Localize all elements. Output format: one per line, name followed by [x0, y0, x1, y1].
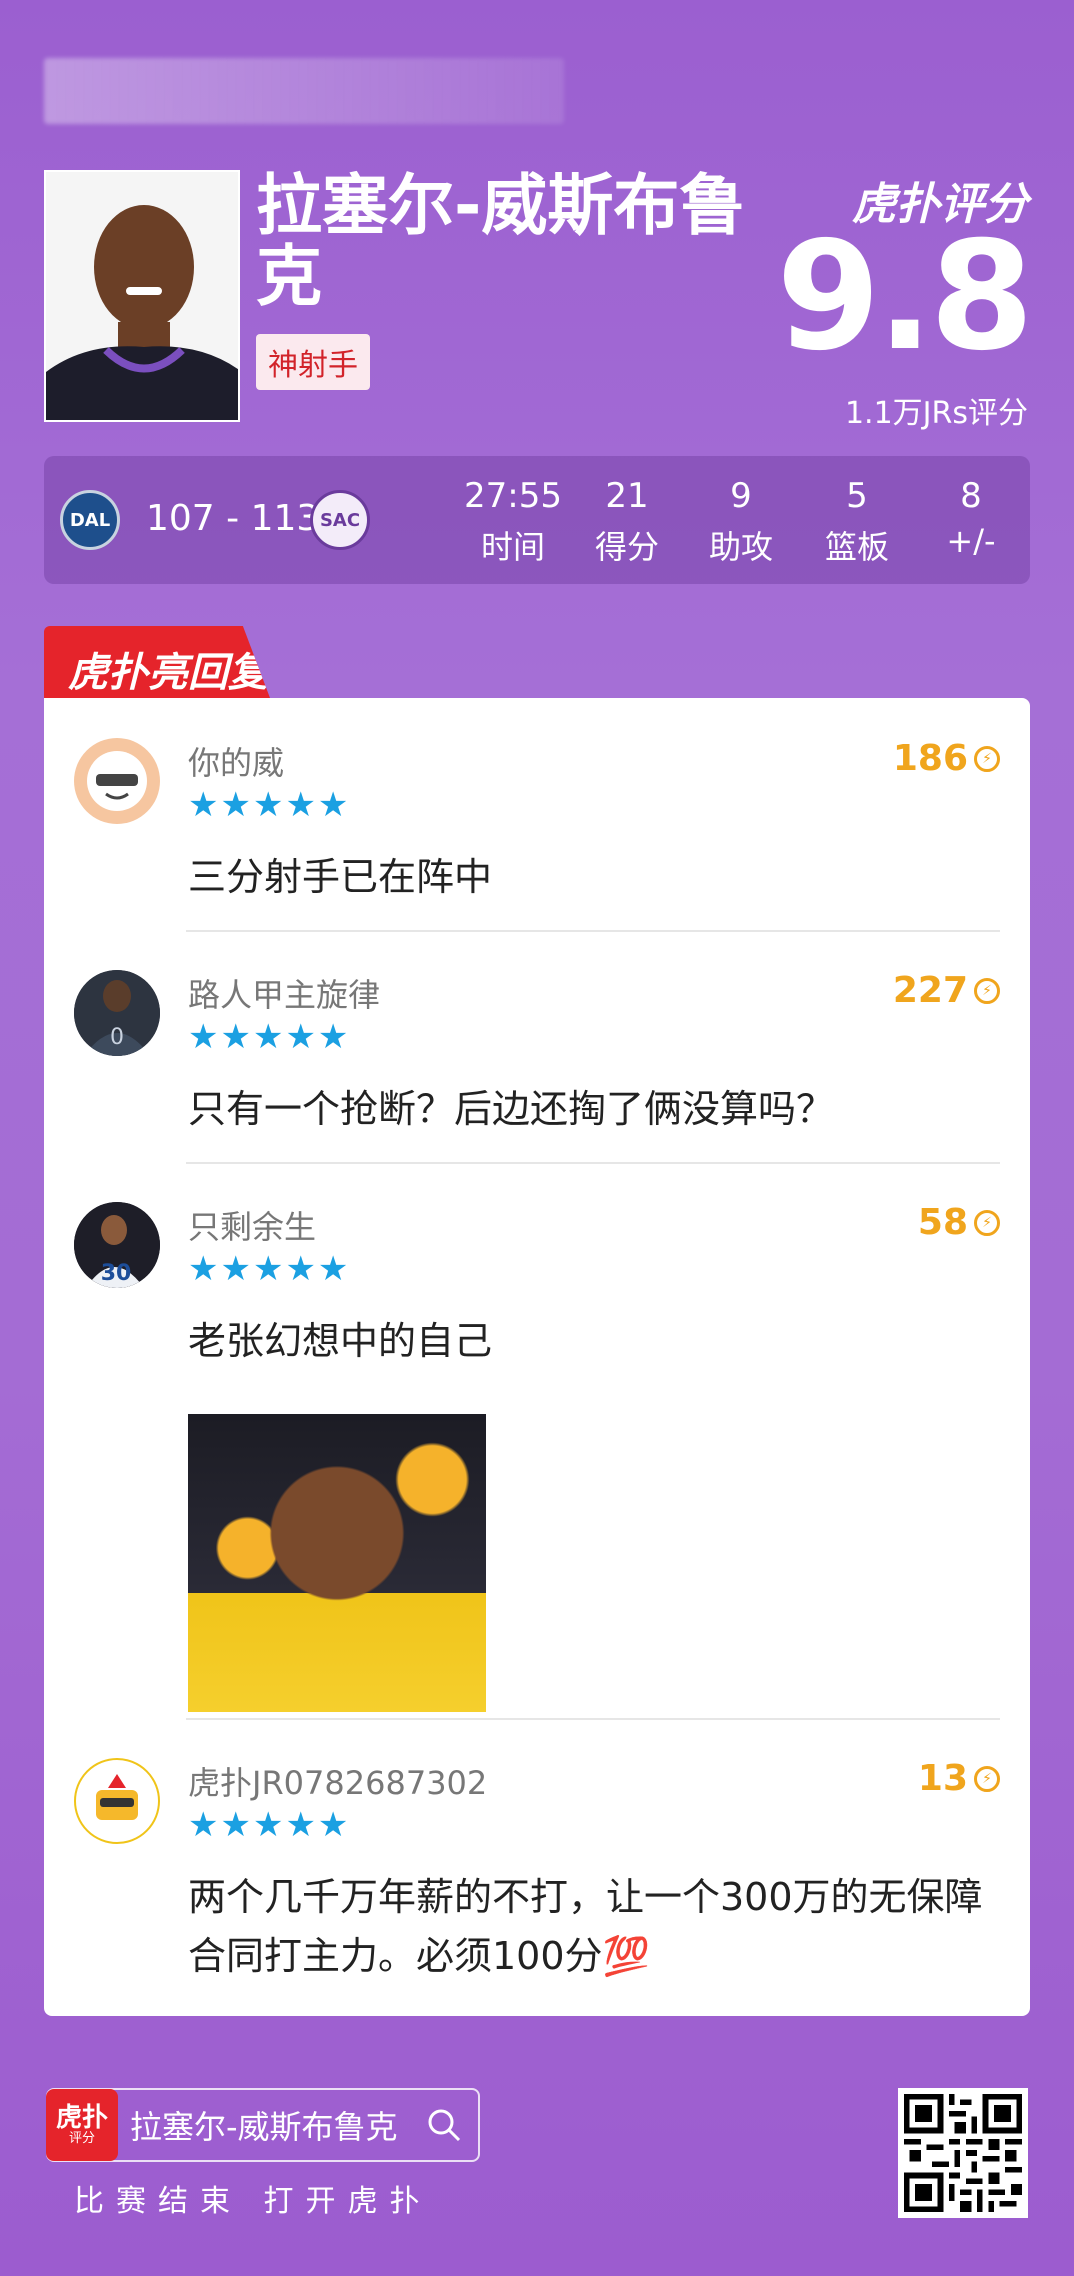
stat-value: 21 — [605, 476, 649, 516]
comment-text: 两个几千万年薪的不打，让一个300万的无保障合同打主力。必须100分💯 — [188, 1875, 983, 1978]
qr-code-icon[interactable] — [898, 2088, 1028, 2218]
svg-text:0: 0 — [110, 1025, 124, 1050]
dal-team-icon: DAL — [60, 490, 120, 550]
meme-image[interactable] — [188, 1414, 486, 1712]
stat-label: 篮板 — [824, 528, 889, 566]
player-photo — [44, 170, 240, 422]
app-name: 虎扑 — [55, 2102, 108, 2133]
divider — [186, 1162, 1000, 1164]
star-rating: ★★★★★ — [188, 785, 351, 825]
comment-username[interactable]: 你的威 — [188, 738, 284, 784]
lightbulb-icon: ⚡ — [974, 1765, 1000, 1792]
divider — [186, 1718, 1000, 1720]
player-30-avatar[interactable]: 30 — [74, 1202, 160, 1288]
lightbulb-icon: ⚡ — [974, 1209, 1000, 1236]
comments-panel: 你的威 ★★★★★ 186 ⚡ 三分射手已在阵中 0 路人甲主旋律 ★★★★★ … — [44, 698, 1030, 2016]
star-rating: ★★★★★ — [188, 1017, 351, 1057]
stat-plus-minus: 8 +/- — [916, 476, 1026, 560]
sunglasses-emoji-icon[interactable] — [74, 1758, 160, 1844]
app-sub: 评分 — [68, 2131, 95, 2147]
comment-username[interactable]: 只剩余生 — [188, 1202, 316, 1248]
lightbulb-icon: ⚡ — [974, 977, 1000, 1004]
comment-text: 老张幻想中的自己 — [188, 1319, 493, 1363]
stat-time: 27:55 时间 — [458, 476, 568, 568]
like-count: 58 — [917, 1202, 968, 1243]
divider — [186, 930, 1000, 932]
player-tag: 神射手 — [256, 334, 370, 390]
lightbulb-icon: ⚡ — [974, 745, 1000, 772]
hupu-app-icon[interactable]: 虎扑 评分 — [46, 2089, 118, 2161]
stat-rebounds: 5 篮板 — [802, 476, 912, 568]
stat-value: 8 — [960, 476, 982, 516]
stat-value: 5 — [846, 476, 868, 516]
like-button[interactable]: 186 ⚡ — [893, 738, 1000, 779]
stat-label: 时间 — [480, 528, 545, 566]
like-button[interactable]: 13 ⚡ — [918, 1758, 1000, 1799]
game-summary-bar: DAL 107 - 113 SAC 27:55 时间 21 得分 9 助攻 5 … — [44, 456, 1030, 584]
player-portrait-icon — [46, 172, 238, 420]
comment-text: 只有一个抢断？后边还掏了俩没算吗？ — [188, 1087, 835, 1131]
cool-emoji-icon[interactable] — [74, 738, 160, 824]
star-rating: ★★★★★ — [188, 1805, 351, 1845]
stat-label: 助攻 — [708, 528, 773, 566]
stat-value: 27:55 — [464, 476, 562, 516]
comment-username[interactable]: 虎扑JR0782687302 — [188, 1758, 487, 1804]
stat-assists: 9 助攻 — [686, 476, 796, 568]
blurred-header-bar — [44, 58, 564, 124]
player-name: 拉塞尔-威斯布鲁克 — [256, 167, 746, 316]
like-count: 186 — [892, 738, 968, 779]
footer-note: 比赛结束 打开虎扑 — [74, 2184, 432, 2219]
stat-value: 9 — [730, 476, 752, 516]
stat-label: +/- — [946, 522, 996, 560]
star-rating: ★★★★★ — [188, 1249, 351, 1289]
rating-count: 1.1万JRs评分 — [844, 396, 1028, 431]
sac-team-icon: SAC — [310, 490, 370, 550]
like-button[interactable]: 58 ⚡ — [918, 1202, 1000, 1243]
search-query: 拉塞尔-威斯布鲁克 — [130, 2108, 398, 2146]
svg-text:30: 30 — [101, 1261, 132, 1286]
player-back-avatar[interactable]: 0 — [74, 970, 160, 1056]
app-search-bar[interactable]: 虎扑 评分 拉塞尔-威斯布鲁克 — [46, 2088, 480, 2162]
comment-username[interactable]: 路人甲主旋律 — [188, 970, 380, 1016]
search-icon[interactable] — [424, 2105, 464, 2145]
game-score: 107 - 113 — [146, 498, 320, 539]
stat-points: 21 得分 — [572, 476, 682, 568]
comment-text: 三分射手已在阵中 — [188, 855, 493, 899]
like-button[interactable]: 227 ⚡ — [893, 970, 1000, 1011]
like-count: 227 — [892, 970, 968, 1011]
stat-label: 得分 — [594, 528, 659, 566]
rating-score: 9.8 — [776, 210, 1034, 384]
like-count: 13 — [917, 1758, 968, 1799]
section-ribbon: 虎扑亮回复 — [44, 626, 270, 698]
